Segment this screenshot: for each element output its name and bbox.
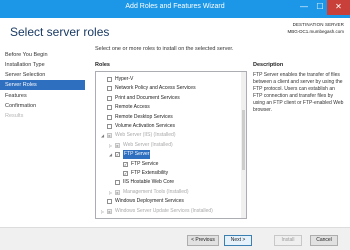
page-title: Select server roles: [10, 25, 110, 39]
role-label: Remote Desktop Services: [115, 113, 173, 120]
role-checkbox: ■: [107, 208, 112, 214]
description-heading: Description: [253, 62, 284, 68]
nav-item-before-you-begin[interactable]: Before You Begin: [0, 50, 85, 60]
expand-collapse-icon[interactable]: ◢: [108, 150, 113, 159]
role-item[interactable]: ◢ ✓ FTP Server: [96, 150, 242, 160]
expand-collapse-icon[interactable]: ▷: [108, 141, 113, 150]
scrollbar-thumb[interactable]: [242, 110, 245, 170]
role-label: Web Server (Installed): [123, 141, 173, 148]
previous-button[interactable]: < Previous: [187, 235, 219, 246]
close-button[interactable]: ✕: [327, 0, 350, 15]
expand-collapse-icon[interactable]: ▷: [108, 188, 113, 197]
roles-tree[interactable]: Hyper-V Network Policy and Access Service…: [95, 71, 247, 219]
install-button: Install: [274, 235, 302, 246]
role-checkbox[interactable]: ✓: [123, 161, 128, 167]
role-item[interactable]: ▷ ■ Web Server (Installed): [96, 141, 242, 150]
maximize-button[interactable]: ☐: [312, 0, 328, 15]
role-checkbox: ■: [107, 133, 112, 139]
roles-scrollbar[interactable]: [241, 72, 246, 218]
role-label: IIS Hostable Web Core: [123, 179, 175, 186]
minimize-button[interactable]: —: [296, 0, 312, 15]
role-label: Print and Document Services: [115, 94, 180, 101]
role-item[interactable]: Windows Deployment Services: [96, 197, 242, 206]
role-checkbox[interactable]: [107, 86, 112, 92]
cancel-button[interactable]: Cancel: [310, 235, 338, 246]
role-label: Remote Access: [115, 104, 150, 111]
role-item[interactable]: IIS Hostable Web Core: [96, 178, 242, 187]
role-item[interactable]: Hyper-V: [96, 75, 242, 84]
role-checkbox[interactable]: [107, 114, 112, 120]
role-checkbox[interactable]: [107, 95, 112, 101]
role-checkbox: ■: [115, 189, 120, 195]
role-checkbox[interactable]: [107, 105, 112, 111]
role-checkbox[interactable]: ✓: [123, 171, 128, 176]
nav-item-results: Results: [5, 113, 24, 119]
role-item[interactable]: Remote Access: [96, 103, 242, 112]
role-label: Hyper-V: [115, 76, 134, 82]
destination-server-name: MBG-DC1.mumbegash.com: [287, 29, 344, 34]
wizard-header: Select server roles DESTINATION SERVER M…: [0, 18, 350, 44]
role-label: Volume Activation Services: [115, 123, 176, 129]
destination-server-label: DESTINATION SERVER: [292, 22, 344, 27]
role-checkbox[interactable]: [107, 124, 112, 129]
role-checkbox: ■: [115, 142, 120, 148]
role-item[interactable]: ✓ FTP Extensibility: [96, 169, 242, 178]
role-label: FTP Extensibility: [131, 170, 169, 176]
role-label: FTP Service: [131, 160, 159, 167]
expand-collapse-icon[interactable]: ◢: [100, 131, 105, 140]
role-item[interactable]: ✓ FTP Service: [96, 160, 242, 169]
role-checkbox[interactable]: [107, 77, 112, 82]
role-label: Windows Server Update Services (Installe…: [115, 207, 213, 214]
intro-text: Select one or more roles to install on t…: [95, 46, 234, 52]
nav-item-confirmation[interactable]: Confirmation: [0, 101, 85, 111]
role-checkbox[interactable]: ✓: [115, 152, 120, 158]
wizard-nav: Before You Begin Installation Type Serve…: [0, 46, 85, 226]
expand-collapse-icon[interactable]: ▷: [100, 207, 105, 216]
role-item[interactable]: Print and Document Services: [96, 94, 242, 103]
role-checkbox[interactable]: [115, 180, 120, 186]
nav-item-features[interactable]: Features: [0, 91, 85, 101]
role-checkbox[interactable]: [107, 199, 112, 205]
role-label: FTP Server: [123, 150, 151, 160]
nav-item-server-roles[interactable]: Server Roles: [0, 80, 85, 90]
role-label: Network Policy and Access Services: [115, 85, 196, 92]
nav-item-server-selection[interactable]: Server Selection: [0, 70, 85, 80]
role-item[interactable]: Remote Desktop Services: [96, 113, 242, 122]
role-item[interactable]: ◢ ■ Web Server (IIS) (Installed): [96, 131, 242, 140]
role-label: Web Server (IIS) (Installed): [115, 132, 176, 139]
next-button[interactable]: Next >: [224, 235, 252, 246]
role-label: Windows Deployment Services: [115, 198, 184, 205]
roles-heading: Roles: [95, 62, 110, 68]
nav-item-installation-type[interactable]: Installation Type: [0, 60, 85, 70]
role-item[interactable]: ▷ ■ Management Tools (Installed): [96, 188, 242, 197]
role-item[interactable]: ▷ ■ Windows Server Update Services (Instal…: [96, 207, 242, 216]
role-item[interactable]: Volume Activation Services: [96, 122, 242, 131]
role-item[interactable]: Network Policy and Access Services: [96, 84, 242, 93]
description-text: FTP Server enables the transfer of files…: [253, 72, 344, 113]
role-label: Management Tools (Installed): [123, 188, 189, 195]
window-titlebar: Add Roles and Features Wizard — ☐ ✕: [0, 0, 350, 18]
wizard-footer: < Previous Next > Install Cancel: [0, 227, 350, 250]
